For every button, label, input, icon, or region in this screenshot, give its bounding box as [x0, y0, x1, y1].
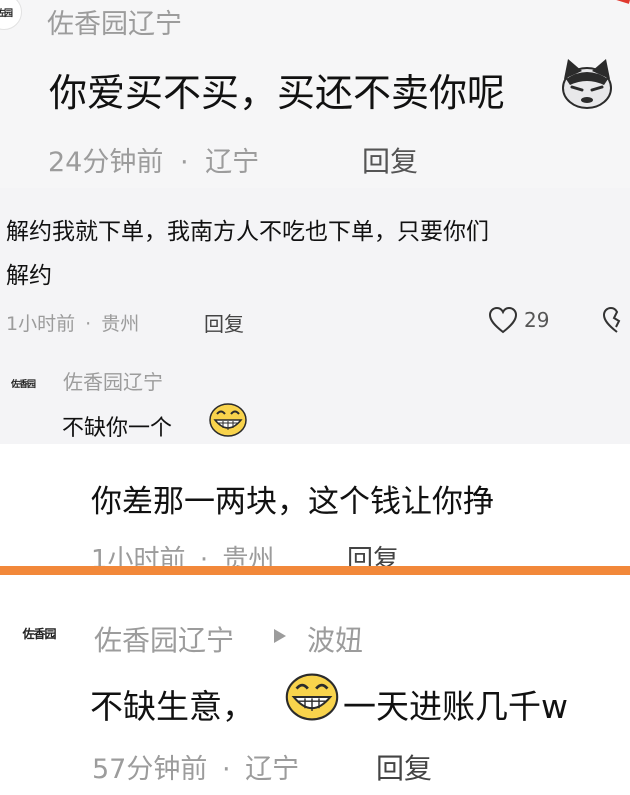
- comment-time: 24分钟前: [48, 147, 164, 178]
- comment-text-line-2: 解约: [6, 263, 52, 289]
- comment-location: 辽宁: [245, 754, 300, 785]
- avatar-logo: 佐香园: [22, 626, 56, 641]
- comment-text-part-1: 不缺生意，: [90, 687, 255, 726]
- comment-location: 贵州: [222, 545, 275, 568]
- grin-emoji-icon: [285, 673, 339, 721]
- heart-outline-icon[interactable]: [488, 306, 518, 334]
- comment-panel-4: 佐香园 佐香园辽宁 波妞 不缺生意， 一天进账几千w 57分钟前 · 辽宁 回复: [0, 575, 630, 795]
- comment-text-line-1: 解约我就下单，我南方人不吃也下单，只要你们: [6, 219, 489, 245]
- section-divider: [0, 566, 630, 575]
- comment-text-part-2: 一天进账几千w: [343, 687, 568, 726]
- avatar-logo: 佐园: [0, 8, 13, 19]
- comment-meta: 57分钟前 · 辽宁: [92, 747, 299, 786]
- broken-heart-icon[interactable]: [602, 306, 630, 334]
- meta-separator: ·: [179, 147, 189, 178]
- reply-text: 不缺你一个: [62, 416, 173, 441]
- comment-panel-1: 佐园 佐香园辽宁 你爱买不买，买还不卖你呢 24分钟前 · 辽宁 回复: [0, 0, 630, 188]
- comment-panel-3: 你差那一两块，这个钱让你挣 1小时前 · 贵州 回复: [0, 444, 630, 568]
- reply-to-user[interactable]: 波妞: [307, 619, 363, 659]
- meta-separator: ·: [221, 754, 231, 785]
- comment-author[interactable]: 佐香园辽宁: [94, 619, 234, 659]
- grin-emoji-icon: [209, 403, 247, 437]
- comment-time: 57分钟前: [92, 754, 208, 785]
- comment-meta: 24分钟前 · 辽宁: [48, 140, 259, 179]
- comment-location: 贵州: [101, 313, 140, 335]
- reply-button[interactable]: 回复: [347, 539, 399, 568]
- like-count: 29: [524, 308, 550, 332]
- meta-separator: ·: [85, 313, 92, 335]
- comment-meta: 1小时前 · 贵州: [6, 309, 139, 336]
- comment-meta: 1小时前 · 贵州: [91, 539, 274, 568]
- reply-button[interactable]: 回复: [204, 308, 244, 337]
- triangle-right-icon: [274, 629, 286, 643]
- reply-button[interactable]: 回复: [376, 747, 432, 787]
- meta-separator: ·: [199, 545, 209, 568]
- reply-author[interactable]: 佐香园辽宁: [63, 366, 163, 395]
- avatar-logo: 佐香园: [10, 379, 36, 390]
- comment-author[interactable]: 佐香园辽宁: [47, 2, 182, 41]
- sly-face-emoji-icon: [562, 59, 612, 109]
- avatar[interactable]: 佐香园: [14, 615, 64, 651]
- comment-time: 1小时前: [91, 545, 186, 568]
- comment-text: 你差那一两块，这个钱让你挣: [91, 484, 494, 520]
- avatar[interactable]: 佐香园: [4, 364, 42, 402]
- comment-time: 1小时前: [6, 313, 76, 335]
- comment-location: 辽宁: [205, 147, 260, 178]
- avatar[interactable]: 佐园: [0, 0, 22, 30]
- comment-text: 你爱买不买，买还不卖你呢: [49, 71, 506, 115]
- comment-panel-2: 解约我就下单，我南方人不吃也下单，只要你们 解约 1小时前 · 贵州 回复 29…: [0, 188, 630, 444]
- reply-button[interactable]: 回复: [362, 140, 418, 180]
